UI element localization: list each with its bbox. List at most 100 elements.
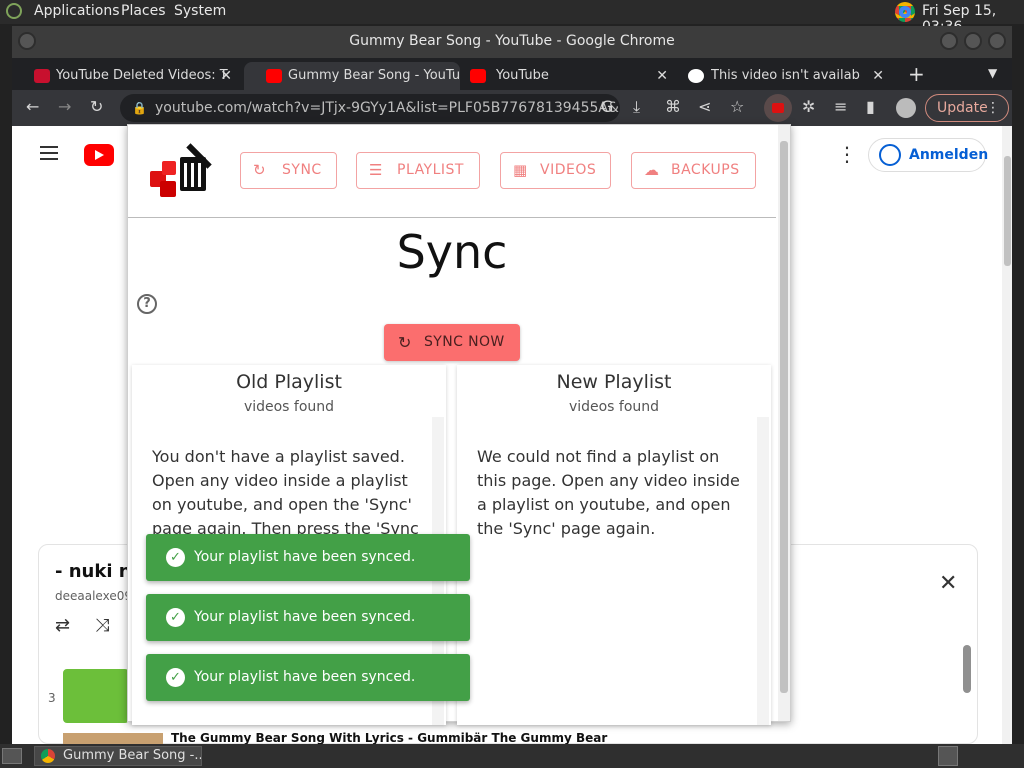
new-playlist-count: videos found: [568, 399, 660, 415]
taskbar-chrome-window[interactable]: Gummy Bear Song -...: [34, 746, 202, 766]
forward-arrow-icon[interactable]: →: [58, 98, 71, 116]
video-thumbnail[interactable]: [63, 669, 129, 723]
extension-active-icon[interactable]: [764, 94, 792, 122]
system-top-bar: Applications Places System Fri Sep 15, 0…: [0, 0, 1024, 35]
cloud-upload-icon: ☁: [644, 161, 660, 179]
account-circle-icon: [879, 144, 901, 166]
sync-now-button[interactable]: ↻ SYNC NOW: [384, 324, 520, 361]
check-circle-icon: ✓: [166, 668, 185, 687]
toast-message: Your playlist have been synced.: [194, 609, 416, 625]
browser-toolbar: ← → ↻ 🔒 youtube.com/watch?v=JTjx-9GYy1A&…: [12, 90, 1012, 126]
popup-scrollbar-thumb[interactable]: [780, 141, 788, 693]
nav-backups-label: BACKUPS: [671, 162, 740, 178]
side-panel-icon[interactable]: ▮: [866, 98, 875, 116]
system-menu[interactable]: System: [174, 3, 226, 19]
new-tab-plus-icon[interactable]: +: [908, 62, 925, 86]
success-toast[interactable]: ✓ Your playlist have been synced.: [146, 534, 470, 581]
update-button[interactable]: Update ⋮: [925, 94, 1009, 122]
translate-icon[interactable]: ⌘: [665, 98, 681, 116]
close-tab-icon[interactable]: ✕: [656, 62, 668, 90]
tab-gummy-bear[interactable]: Gummy Bear Song - YouTu: [244, 62, 460, 90]
nav-playlist-button[interactable]: ☰ PLAYLIST: [356, 152, 480, 189]
video-title[interactable]: The Gummy Bear Song With Lyrics - Gummib…: [171, 731, 607, 745]
check-circle-icon: ✓: [166, 548, 185, 567]
toast-message: Your playlist have been synced.: [194, 549, 416, 565]
chrome-tray-icon[interactable]: [895, 2, 915, 22]
close-playlist-icon[interactable]: ✕: [939, 571, 957, 596]
window-titlebar[interactable]: Gummy Bear Song - YouTube - Google Chrom…: [12, 26, 1012, 58]
old-playlist-title: Old Playlist: [236, 371, 342, 393]
reload-icon[interactable]: ↻: [90, 98, 103, 116]
applications-menu[interactable]: Applications: [34, 3, 120, 19]
nav-videos-label: VIDEOS: [540, 162, 597, 178]
distro-logo-icon[interactable]: [6, 3, 22, 19]
show-desktop-icon[interactable]: [2, 748, 22, 764]
more-options-icon[interactable]: ⋮: [837, 142, 857, 166]
shuffle-icon[interactable]: ⤨: [95, 615, 109, 636]
close-window-button[interactable]: [988, 32, 1006, 50]
nav-backups-button[interactable]: ☁ BACKUPS: [631, 152, 756, 189]
page-title: Sync: [396, 225, 508, 279]
share-icon[interactable]: ⋖: [698, 98, 711, 116]
youtube-logo-icon[interactable]: [84, 144, 114, 166]
nav-videos-button[interactable]: ▦ VIDEOS: [500, 152, 611, 189]
tab-youtube[interactable]: YouTube ✕: [460, 62, 676, 90]
nav-sync-button[interactable]: ↻ SYNC: [240, 152, 337, 189]
lock-icon[interactable]: 🔒: [132, 94, 147, 122]
playlist-scrollbar-thumb[interactable]: [963, 645, 971, 693]
chrome-icon: [41, 749, 55, 763]
tab-label: This video isn't available ar: [711, 68, 861, 83]
url-text: youtube.com/watch?v=JTjx-9GYy1A&list=PLF…: [155, 100, 620, 116]
tab-video-unavailable[interactable]: This video isn't available ar ✕: [680, 62, 892, 90]
sync-icon: ↻: [398, 333, 412, 352]
success-toast[interactable]: ✓ Your playlist have been synced.: [146, 594, 470, 641]
film-icon: ▦: [513, 161, 528, 179]
profile-avatar-icon[interactable]: [896, 98, 916, 118]
google-lens-icon[interactable]: G: [601, 98, 613, 116]
address-bar[interactable]: 🔒 youtube.com/watch?v=JTjx-9GYy1A&list=P…: [120, 94, 620, 122]
taskbar-window-label: Gummy Bear Song -...: [63, 748, 202, 763]
close-tab-icon[interactable]: ✕: [872, 62, 884, 90]
google-favicon-icon: [688, 69, 704, 83]
header-divider: [128, 217, 776, 218]
new-playlist-scrollbar[interactable]: [757, 417, 769, 725]
youtube-favicon-icon: [266, 69, 282, 83]
places-menu[interactable]: Places: [121, 3, 166, 19]
back-arrow-icon[interactable]: ←: [26, 98, 39, 116]
install-icon[interactable]: ⤓: [633, 98, 640, 116]
signin-label: Anmelden: [909, 147, 989, 163]
extension-favicon-icon: [34, 69, 50, 83]
playlist-item-index: 3: [48, 691, 56, 705]
new-playlist-title: New Playlist: [556, 371, 672, 393]
list-icon: ☰: [369, 161, 383, 179]
tab-label: Gummy Bear Song - YouTu: [288, 68, 460, 83]
window-menu-button[interactable]: [18, 32, 36, 50]
chrome-launcher-icon[interactable]: [938, 746, 958, 766]
update-label: Update: [937, 100, 988, 116]
trash-cubes-icon: [772, 103, 784, 113]
window-title: Gummy Bear Song - YouTube - Google Chrom…: [349, 33, 675, 49]
tab-label: YouTube: [496, 68, 549, 83]
tab-label: YouTube Deleted Videos: T: [56, 68, 228, 83]
toast-message: Your playlist have been synced.: [194, 669, 416, 685]
success-toast[interactable]: ✓ Your playlist have been synced.: [146, 654, 470, 701]
media-queue-icon[interactable]: ≡: [834, 98, 847, 116]
popup-scrollbar[interactable]: [778, 125, 790, 721]
playlist-owner[interactable]: deeaalexe09: [55, 589, 132, 603]
tab-search-chevron-icon[interactable]: ▼: [988, 66, 997, 80]
signin-button[interactable]: Anmelden: [868, 138, 989, 172]
extensions-puzzle-icon[interactable]: ✲: [802, 98, 815, 116]
hamburger-menu-icon[interactable]: [40, 146, 58, 160]
tab-strip: YouTube Deleted Videos: T ✕ Gummy Bear S…: [12, 58, 1012, 90]
page-scrollbar-thumb[interactable]: [1004, 156, 1011, 266]
loop-icon[interactable]: ⇄: [55, 615, 70, 636]
minimize-button[interactable]: [940, 32, 958, 50]
help-icon[interactable]: ?: [137, 294, 157, 314]
old-playlist-count: videos found: [243, 399, 335, 415]
menu-kebab-icon[interactable]: ⋮: [986, 95, 1000, 121]
close-tab-icon[interactable]: ✕: [220, 62, 232, 90]
maximize-button[interactable]: [964, 32, 982, 50]
nav-playlist-label: PLAYLIST: [397, 162, 464, 178]
tab-deleted-videos[interactable]: YouTube Deleted Videos: T ✕: [12, 62, 240, 90]
bookmark-star-icon[interactable]: ☆: [730, 98, 744, 116]
